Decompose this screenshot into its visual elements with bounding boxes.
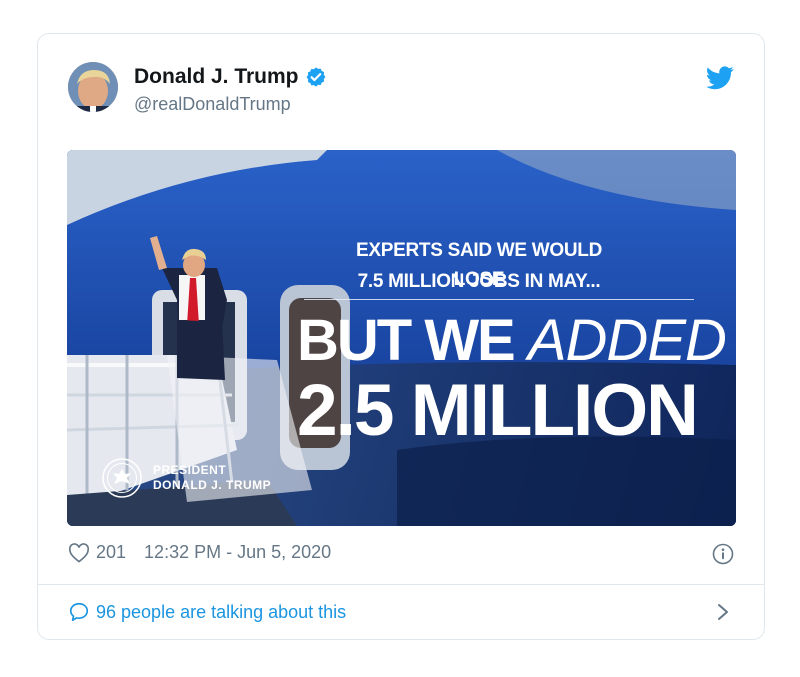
tweet-image[interactable]: EXPERTS SAID WE WOULD LOSE 7.5 MILLION J…: [67, 150, 736, 526]
tweet-embed-card: Donald J. Trump @realDonaldTrump EXPERTS…: [37, 33, 765, 640]
presidential-caption: PRESIDENT DONALD J. TRUMP: [101, 457, 271, 499]
speech-bubble-icon: [69, 602, 89, 622]
image-line-2: 7.5 MILLION JOBS IN MAY...: [357, 271, 601, 292]
conversation-link[interactable]: 96 people are talking about this: [68, 601, 346, 623]
avatar[interactable]: [68, 62, 118, 112]
info-icon[interactable]: [712, 543, 734, 565]
image-headline-2: 2.5 MILLION: [297, 370, 699, 451]
verified-badge-icon: [306, 67, 325, 87]
twitter-bird-icon[interactable]: [706, 66, 734, 90]
author-handle[interactable]: @realDonaldTrump: [134, 94, 291, 115]
headline-part-b: ADDED: [527, 308, 727, 373]
image-headline-1: BUT WE ADDED: [297, 308, 727, 373]
display-name[interactable]: Donald J. Trump: [134, 65, 299, 89]
divider: [38, 584, 764, 585]
author-row: Donald J. Trump: [134, 65, 327, 89]
caption-title: PRESIDENT: [153, 463, 227, 477]
heart-icon[interactable]: [68, 542, 90, 563]
headline-part-a: BUT WE: [297, 308, 528, 373]
tweet-meta: 201 12:32 PM - Jun 5, 2020: [68, 542, 331, 563]
presidential-seal-icon: [102, 458, 142, 498]
image-divider: [304, 299, 694, 300]
like-count[interactable]: 201: [96, 542, 126, 563]
conversation-label[interactable]: 96 people are talking about this: [96, 602, 346, 623]
chevron-right-icon[interactable]: [716, 601, 730, 623]
caption-name: DONALD J. TRUMP: [153, 478, 272, 492]
tweet-timestamp[interactable]: 12:32 PM - Jun 5, 2020: [144, 542, 331, 563]
